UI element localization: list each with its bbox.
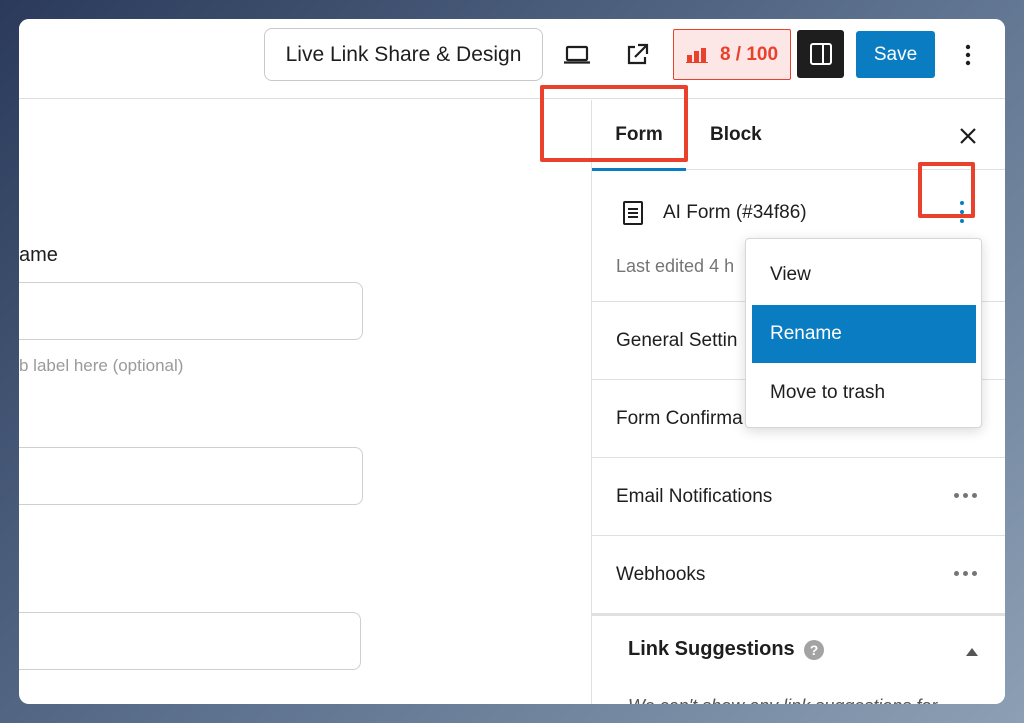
seo-score-badge[interactable]: 8 / 100 — [673, 29, 791, 80]
chart-icon — [685, 47, 708, 63]
link-suggestions-note: We can't show any link suggestions for — [628, 696, 937, 704]
panel-email-notifications[interactable]: Email Notifications — [592, 458, 1005, 536]
options-menu-icon[interactable] — [951, 37, 985, 73]
text-input[interactable] — [19, 282, 363, 340]
text-input[interactable] — [19, 612, 361, 670]
settings-panel-toggle[interactable] — [797, 30, 844, 78]
panel-webhooks[interactable]: Webhooks — [592, 536, 1005, 614]
highlight-box-form-tab — [540, 85, 688, 162]
field-label: ame — [19, 244, 58, 266]
live-link-share-button[interactable]: Live Link Share & Design — [264, 28, 543, 81]
last-edited-text: Last edited 4 h — [616, 256, 735, 276]
tab-block[interactable]: Block — [710, 100, 762, 170]
chevron-up-icon[interactable] — [966, 648, 978, 656]
score-value: 8 / 100 — [719, 43, 779, 65]
editor-toolbar: Live Link Share & Design 8 / 100 Save — [19, 19, 1005, 99]
close-icon[interactable] — [954, 122, 982, 150]
panel-label: Email Notifications — [616, 486, 773, 507]
help-icon[interactable]: ? — [804, 640, 824, 660]
form-actions-menu: View Rename Move to trash — [745, 238, 982, 428]
panel-link-suggestions[interactable]: Link Suggestions ? We can't show any lin… — [592, 614, 1005, 704]
menu-item-rename[interactable]: Rename — [752, 305, 976, 363]
form-canvas: ame b label here (optional) — [19, 100, 591, 704]
sidebar-panel-icon — [809, 43, 832, 65]
menu-item-move-to-trash[interactable]: Move to trash — [752, 364, 976, 422]
field-helper-text: b label here (optional) — [19, 356, 184, 375]
more-options-icon[interactable] — [954, 493, 977, 498]
document-icon — [623, 201, 643, 225]
highlight-box-kebab — [918, 162, 975, 218]
more-options-icon[interactable] — [954, 571, 977, 576]
panel-label: General Settin — [616, 330, 738, 351]
panel-label: Webhooks — [616, 564, 706, 585]
save-button[interactable]: Save — [856, 31, 935, 78]
menu-item-view[interactable]: View — [752, 246, 976, 304]
panel-label: Link Suggestions — [628, 638, 795, 660]
form-title: AI Form (#34f86) — [663, 202, 807, 223]
external-link-icon[interactable] — [619, 37, 655, 73]
laptop-icon[interactable] — [559, 37, 595, 73]
text-input[interactable] — [19, 447, 363, 505]
panel-label: Form Confirma — [616, 408, 743, 429]
